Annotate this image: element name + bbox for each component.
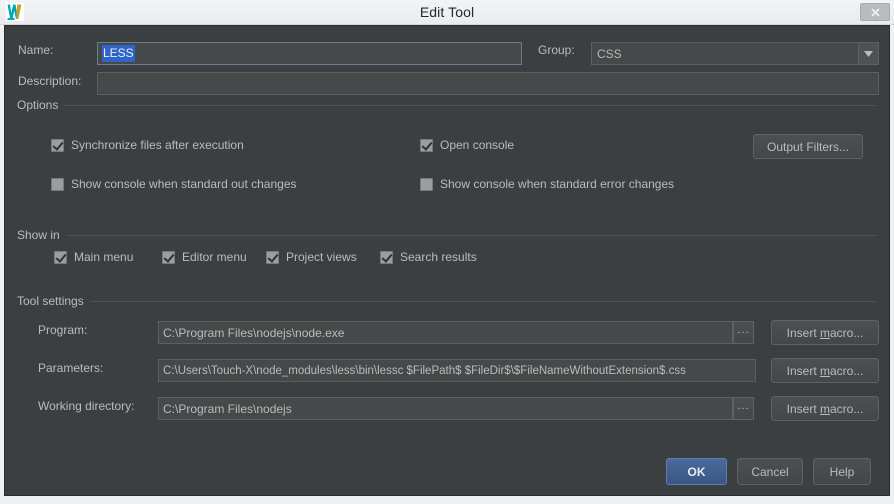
checkbox-icon-checked — [54, 250, 67, 264]
webstorm-logo-icon — [6, 3, 24, 21]
group-field-row: Group: — [538, 43, 575, 57]
ok-button[interactable]: OK — [666, 458, 727, 485]
checkbox-editor-menu[interactable]: Editor menu — [162, 250, 247, 264]
checkbox-open-console[interactable]: Open console — [420, 138, 514, 152]
group-label: Group: — [538, 43, 575, 57]
tool-settings-group-title: Tool settings — [17, 294, 90, 308]
chevron-down-icon[interactable] — [858, 43, 878, 64]
ok-button-label: OK — [687, 464, 706, 479]
program-input-value: C:\Program Files\nodejs\node.exe — [163, 325, 345, 340]
checkbox-icon-unchecked — [420, 177, 433, 191]
working-directory-input-value: C:\Program Files\nodejs — [163, 401, 292, 416]
window-bottom-edge — [0, 496, 894, 504]
checkbox-synchronize-files[interactable]: Synchronize files after execution — [51, 138, 244, 152]
show-in-group-title: Show in — [17, 228, 66, 242]
working-directory-browse-button[interactable]: ... — [733, 397, 754, 420]
checkbox-project-views[interactable]: Project views — [266, 250, 357, 264]
checkbox-show-console-stderr[interactable]: Show console when standard error changes — [420, 177, 674, 191]
name-field-row: Name: — [18, 43, 100, 57]
tool-settings-group-separator — [17, 301, 877, 302]
program-insert-macro-button[interactable]: Insert macro... — [771, 320, 879, 345]
checkbox-main-menu[interactable]: Main menu — [54, 250, 133, 264]
parameters-label: Parameters: — [38, 361, 104, 375]
description-input[interactable] — [97, 72, 879, 95]
close-button[interactable] — [860, 3, 890, 21]
ellipsis-icon: ... — [737, 324, 750, 336]
working-directory-label: Working directory: — [38, 399, 135, 413]
parameters-insert-macro-button[interactable]: Insert macro... — [771, 358, 879, 383]
name-input-value: LESS — [102, 45, 135, 62]
insert-macro-label: Insert macro... — [786, 363, 864, 378]
name-label: Name: — [18, 43, 54, 57]
checkbox-icon-checked — [51, 138, 64, 152]
checkbox-label: Editor menu — [182, 250, 247, 264]
edit-tool-dialog: Edit Tool Name: LESS Group: CSS Descript… — [0, 0, 894, 504]
checkbox-icon-checked — [380, 250, 393, 264]
description-label: Description: — [18, 74, 82, 88]
dialog-content: Name: LESS Group: CSS Description: Optio… — [4, 25, 890, 496]
checkbox-icon-unchecked — [51, 177, 64, 191]
working-directory-insert-macro-button[interactable]: Insert macro... — [771, 396, 879, 421]
working-directory-input[interactable]: C:\Program Files\nodejs — [158, 397, 733, 420]
name-input[interactable]: LESS — [97, 42, 522, 65]
program-input[interactable]: C:\Program Files\nodejs\node.exe — [158, 321, 733, 344]
checkbox-icon-checked — [162, 250, 175, 264]
output-filters-button[interactable]: Output Filters... — [753, 134, 863, 159]
program-label: Program: — [38, 323, 88, 337]
parameters-row: Parameters: — [38, 361, 103, 375]
program-row: Program: — [38, 323, 87, 337]
checkbox-label: Show console when standard out changes — [71, 177, 297, 191]
cancel-button-label: Cancel — [751, 464, 789, 479]
output-filters-button-label: Output Filters... — [766, 139, 850, 154]
help-button-label: Help — [829, 464, 855, 479]
group-value: CSS — [597, 46, 622, 61]
group-combobox[interactable]: CSS — [591, 42, 879, 65]
cancel-button[interactable]: Cancel — [737, 458, 803, 485]
ellipsis-icon: ... — [737, 400, 750, 412]
checkbox-show-console-stdout[interactable]: Show console when standard out changes — [51, 177, 297, 191]
checkbox-label: Synchronize files after execution — [71, 138, 244, 152]
parameters-input-value: C:\Users\Touch-X\node_modules\less\bin\l… — [163, 364, 686, 377]
help-button[interactable]: Help — [813, 458, 871, 485]
options-group-title: Options — [17, 98, 65, 112]
options-group-separator — [17, 105, 877, 106]
checkbox-label: Show console when standard error changes — [440, 177, 675, 191]
parameters-input[interactable]: C:\Users\Touch-X\node_modules\less\bin\l… — [158, 359, 756, 382]
checkbox-icon-checked — [266, 250, 279, 264]
checkbox-label: Open console — [440, 138, 515, 152]
insert-macro-label: Insert macro... — [786, 325, 864, 340]
program-browse-button[interactable]: ... — [733, 321, 754, 344]
checkbox-label: Project views — [286, 250, 357, 264]
working-directory-row: Working directory: — [38, 399, 134, 413]
window-titlebar: Edit Tool — [0, 0, 894, 25]
window-title: Edit Tool — [419, 4, 475, 20]
checkbox-icon-checked — [420, 138, 433, 152]
description-field-row: Description: — [18, 74, 81, 88]
insert-macro-label: Insert macro... — [786, 401, 864, 416]
show-in-group-separator — [17, 235, 877, 236]
checkbox-label: Main menu — [74, 250, 134, 264]
checkbox-label: Search results — [400, 250, 477, 264]
close-icon — [870, 7, 880, 17]
checkbox-search-results[interactable]: Search results — [380, 250, 477, 264]
